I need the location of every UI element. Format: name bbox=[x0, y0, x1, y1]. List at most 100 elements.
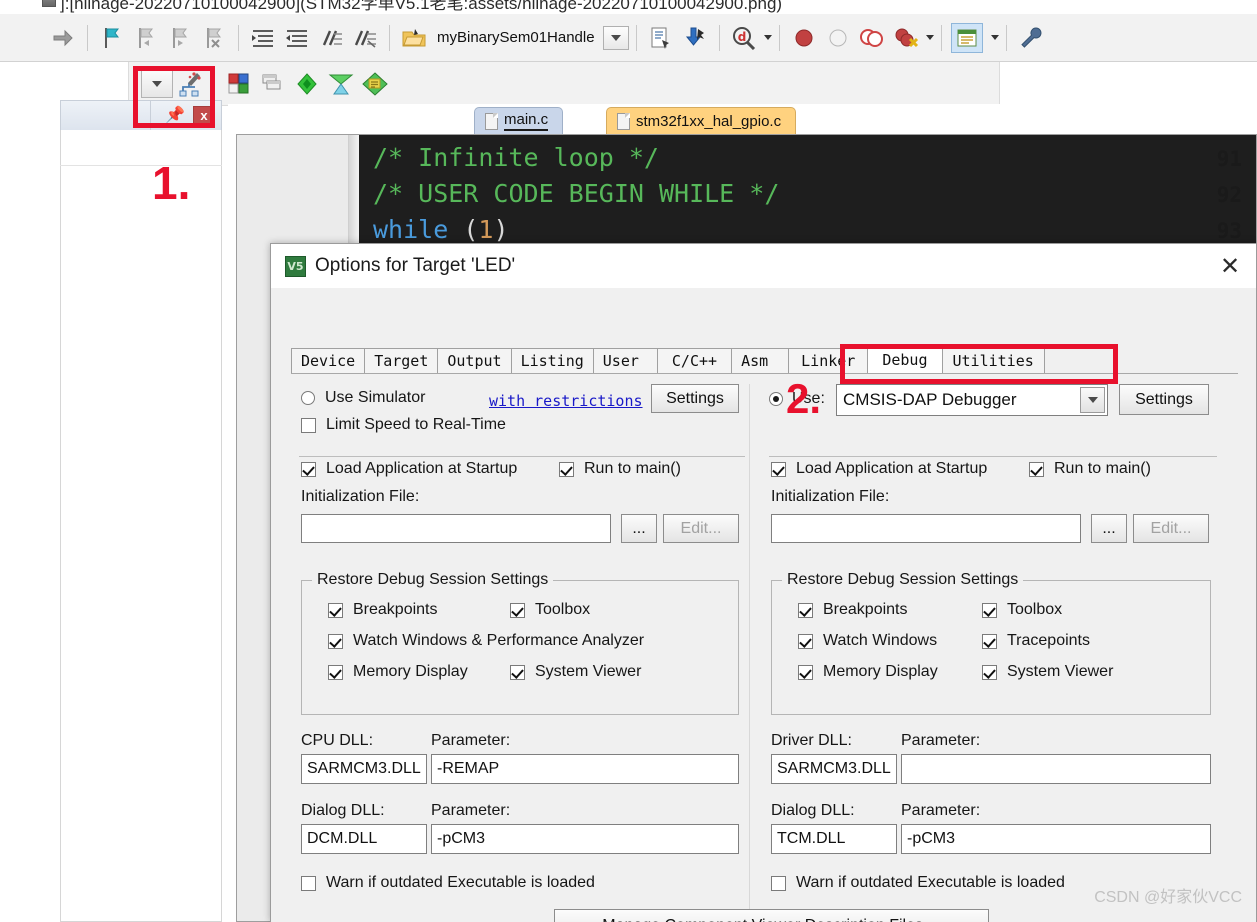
bookmark-next-icon[interactable] bbox=[165, 23, 195, 53]
chevron-down-icon[interactable] bbox=[925, 35, 934, 40]
tab-utilities[interactable]: Utilities bbox=[941, 348, 1045, 374]
bookmark-flag-icon[interactable] bbox=[97, 23, 127, 53]
configure-target-icon[interactable] bbox=[1016, 23, 1046, 53]
bookmark-clear-icon[interactable] bbox=[199, 23, 229, 53]
code-line: while (1) bbox=[373, 215, 509, 244]
initialization-file-edit-button[interactable]: Edit... bbox=[1133, 514, 1209, 543]
toolbox-checkbox[interactable] bbox=[982, 602, 997, 618]
debugger-settings-button[interactable]: Settings bbox=[1119, 384, 1209, 415]
dialog-dll-label: Dialog DLL: bbox=[301, 802, 385, 819]
run-to-main-checkbox[interactable] bbox=[559, 461, 574, 477]
run-to-main-checkbox[interactable] bbox=[1029, 461, 1044, 477]
simulator-settings-button[interactable]: Settings bbox=[651, 384, 739, 413]
tab-c-cpp[interactable]: C/C++ bbox=[656, 348, 733, 374]
warn-outdated-checkbox[interactable] bbox=[771, 875, 786, 891]
target-select-dropdown[interactable] bbox=[602, 25, 629, 50]
download-to-flash-icon[interactable] bbox=[680, 23, 710, 53]
driver-parameter-input[interactable] bbox=[901, 754, 1211, 784]
tab-main-c[interactable]: main.c bbox=[474, 107, 564, 134]
debug-start-icon[interactable]: d bbox=[729, 23, 759, 53]
dialog-tab-underline bbox=[291, 373, 1238, 374]
breakpoint-insert-icon[interactable] bbox=[789, 23, 819, 53]
dialog-parameter-input[interactable]: -pCM3 bbox=[431, 824, 739, 854]
indent-decrease-icon[interactable] bbox=[282, 23, 312, 53]
chevron-down-icon[interactable] bbox=[1080, 387, 1105, 413]
system-viewer-checkbox[interactable] bbox=[982, 664, 997, 680]
document-icon bbox=[485, 112, 498, 130]
system-viewer-label: System Viewer bbox=[1007, 663, 1114, 680]
chevron-down-icon[interactable] bbox=[763, 35, 772, 40]
breakpoint-kill-all-icon[interactable] bbox=[891, 23, 921, 53]
translate-icon[interactable] bbox=[292, 69, 322, 99]
uncomment-lines-icon[interactable] bbox=[350, 23, 380, 53]
tab-device[interactable]: Device bbox=[291, 348, 366, 374]
tab-debug[interactable]: Debug bbox=[867, 346, 943, 374]
toolbar-separator bbox=[1005, 24, 1007, 51]
toolbox-checkbox[interactable] bbox=[510, 602, 525, 618]
build-batch-icon[interactable] bbox=[258, 69, 288, 99]
build-target-icon[interactable] bbox=[224, 69, 254, 99]
build-wizard-icon[interactable] bbox=[175, 69, 205, 99]
dialog-dll-input[interactable]: DCM.DLL bbox=[301, 824, 427, 854]
manage-component-viewer-button[interactable]: Manage Component Viewer Description File… bbox=[554, 909, 989, 922]
watch-windows-checkbox[interactable] bbox=[798, 633, 813, 649]
tab-user[interactable]: User bbox=[592, 348, 658, 374]
memory-display-checkbox[interactable] bbox=[328, 664, 343, 680]
bookmark-prev-icon[interactable] bbox=[131, 23, 161, 53]
tab-asm[interactable]: Asm bbox=[731, 348, 790, 374]
driver-dll-input[interactable]: SARMCM3.DLL bbox=[771, 754, 897, 784]
target-options-icon[interactable] bbox=[360, 69, 390, 99]
dropdown-arrow-icon[interactable] bbox=[141, 69, 173, 98]
initialization-file-input[interactable] bbox=[771, 514, 1081, 543]
code-keyword: while bbox=[373, 215, 449, 244]
close-icon[interactable]: ✕ bbox=[1204, 244, 1256, 288]
comment-lines-icon[interactable] bbox=[316, 23, 346, 53]
build-output-icon[interactable] bbox=[646, 23, 676, 53]
with-restrictions-link[interactable]: with restrictions bbox=[489, 392, 643, 410]
dialog-parameter-input[interactable]: -pCM3 bbox=[901, 824, 1211, 854]
toolbox-label: Toolbox bbox=[535, 601, 591, 618]
load-application-label: Load Application at Startup bbox=[796, 460, 988, 477]
use-simulator-radio[interactable] bbox=[301, 391, 315, 405]
system-viewer-checkbox[interactable] bbox=[510, 664, 525, 680]
load-application-checkbox[interactable] bbox=[771, 461, 786, 477]
initialization-file-browse-button[interactable]: ... bbox=[621, 514, 657, 543]
chevron-down-icon[interactable] bbox=[990, 35, 999, 40]
cpu-parameter-input[interactable]: -REMAP bbox=[431, 754, 739, 784]
arrow-right-icon[interactable] bbox=[48, 23, 78, 53]
use-debugger-radio[interactable] bbox=[769, 392, 783, 406]
options-for-target-dialog: V5 Options for Target 'LED' ✕ Device Tar… bbox=[270, 243, 1257, 922]
breakpoint-disable-icon[interactable] bbox=[823, 23, 853, 53]
tab-stm32f1xx-hal-gpio-c[interactable]: stm32f1xx_hal_gpio.c bbox=[606, 107, 797, 134]
watch-windows-checkbox[interactable] bbox=[328, 633, 343, 649]
breakpoints-label: Breakpoints bbox=[823, 601, 908, 618]
warn-outdated-label: Warn if outdated Executable is loaded bbox=[326, 874, 595, 891]
dialog-body: Device Target Output Listing User C/C++ … bbox=[271, 288, 1256, 922]
tab-output[interactable]: Output bbox=[437, 348, 512, 374]
limit-speed-checkbox[interactable] bbox=[301, 417, 316, 433]
breakpoint-disable-all-icon[interactable] bbox=[857, 23, 887, 53]
initialization-file-browse-button[interactable]: ... bbox=[1091, 514, 1127, 543]
close-pane-button[interactable]: x bbox=[193, 105, 215, 126]
warn-outdated-checkbox[interactable] bbox=[301, 875, 316, 891]
initialization-file-edit-button[interactable]: Edit... bbox=[663, 514, 739, 543]
tracepoints-checkbox[interactable] bbox=[982, 633, 997, 649]
indent-increase-icon[interactable] bbox=[248, 23, 278, 53]
breakpoints-checkbox[interactable] bbox=[328, 602, 343, 618]
pin-icon[interactable]: 📌 bbox=[165, 107, 185, 124]
annotation-number-2: 2. bbox=[786, 375, 822, 422]
cpu-dll-input[interactable]: SARMCM3.DLL bbox=[301, 754, 427, 784]
dialog-dll-input[interactable]: TCM.DLL bbox=[771, 824, 897, 854]
breakpoints-checkbox[interactable] bbox=[798, 602, 813, 618]
load-application-checkbox[interactable] bbox=[301, 461, 316, 477]
project-window-icon[interactable] bbox=[950, 22, 983, 53]
memory-display-checkbox[interactable] bbox=[798, 664, 813, 680]
rebuild-icon[interactable] bbox=[326, 69, 356, 99]
tab-linker[interactable]: Linker bbox=[788, 348, 869, 374]
debugger-select[interactable]: CMSIS-DAP Debugger bbox=[836, 384, 1108, 416]
main-toolbar: myBinarySem01Handle d bbox=[0, 14, 1257, 62]
initialization-file-input[interactable] bbox=[301, 514, 611, 543]
tab-target[interactable]: Target bbox=[364, 348, 439, 374]
tab-listing[interactable]: Listing bbox=[510, 348, 594, 374]
open-folder-icon[interactable] bbox=[399, 23, 429, 53]
